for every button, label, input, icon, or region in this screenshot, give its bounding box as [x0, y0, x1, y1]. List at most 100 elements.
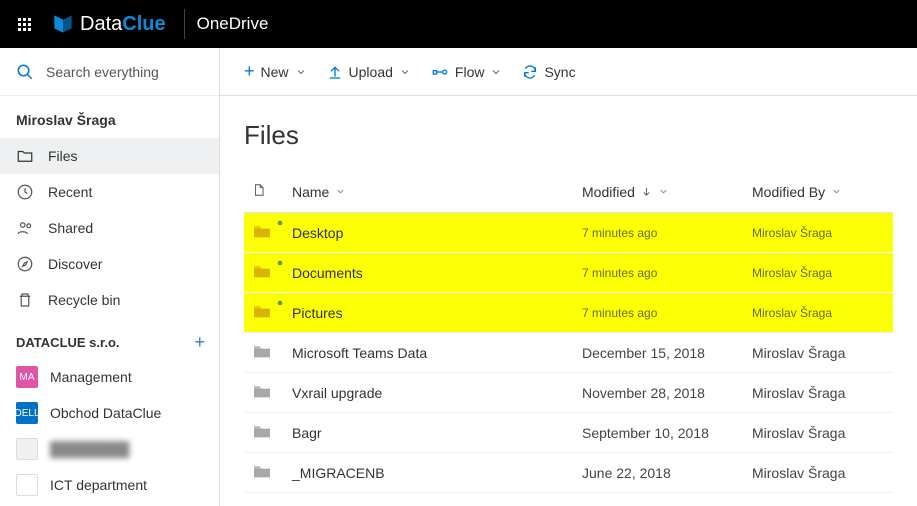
file-name: Bagr — [284, 413, 574, 453]
sidebar-item-label: Shared — [48, 220, 93, 236]
folder-icon — [252, 383, 272, 399]
sidebar-item-recent[interactable]: Recent — [0, 174, 219, 210]
search-placeholder: Search everything — [46, 64, 159, 80]
main-content: + New Upload Flow Sync Files — [220, 48, 917, 506]
sidebar-item-recycle[interactable]: Recycle bin — [0, 282, 219, 318]
folder-icon — [252, 263, 272, 279]
site-badge-icon: MA — [16, 366, 38, 388]
folder-icon — [252, 463, 272, 479]
favorite-label: Management — [50, 369, 132, 385]
search-icon — [16, 63, 34, 81]
compass-icon — [16, 255, 34, 273]
flow-button[interactable]: Flow — [431, 64, 503, 80]
clock-icon — [16, 183, 34, 201]
file-modified: December 15, 2018 — [574, 333, 744, 373]
file-name: Documents — [284, 253, 574, 293]
sync-button[interactable]: Sync — [522, 64, 575, 80]
file-modified-by: Miroslav Šraga — [744, 413, 893, 453]
sidebar: Search everything Miroslav Šraga Files R… — [0, 48, 220, 506]
favorite-item[interactable]: ████████ — [0, 431, 219, 467]
section-header: DATACLUE s.r.o. + — [0, 318, 219, 359]
app-launcher-button[interactable] — [0, 0, 48, 48]
site-badge-icon — [16, 438, 38, 460]
people-icon — [16, 219, 34, 237]
table-row[interactable]: Documents7 minutes agoMiroslav Šraga — [244, 253, 893, 293]
file-modified: 7 minutes ago — [574, 213, 744, 253]
favorite-item[interactable]: DELLObchod DataClue — [0, 395, 219, 431]
folder-icon — [252, 303, 272, 319]
table-row[interactable]: _MIGRACENBJune 22, 2018Miroslav Šraga — [244, 453, 893, 493]
sync-icon — [522, 64, 538, 80]
file-modified-by: Miroslav Šraga — [744, 373, 893, 413]
sidebar-item-shared[interactable]: Shared — [0, 210, 219, 246]
sidebar-item-label: Discover — [48, 256, 102, 272]
table-row[interactable]: BagrSeptember 10, 2018Miroslav Šraga — [244, 413, 893, 453]
file-modified-by: Miroslav Šraga — [744, 253, 893, 293]
toolbar-label: Sync — [544, 64, 575, 80]
folder-icon — [252, 223, 272, 239]
toolbar-label: New — [261, 64, 289, 80]
table-row[interactable]: Microsoft Teams DataDecember 15, 2018Mir… — [244, 333, 893, 373]
file-modified-by: Miroslav Šraga — [744, 333, 893, 373]
waffle-icon — [18, 18, 31, 31]
app-title: OneDrive — [197, 14, 269, 34]
column-header-name[interactable]: Name — [284, 171, 574, 213]
chevron-down-icon — [335, 186, 346, 197]
favorite-label: ████████ — [50, 441, 129, 457]
file-modified-by: Miroslav Šraga — [744, 213, 893, 253]
chevron-down-icon — [399, 66, 411, 78]
sidebar-item-files[interactable]: Files — [0, 138, 219, 174]
file-name: Microsoft Teams Data — [284, 333, 574, 373]
sidebar-item-discover[interactable]: Discover — [0, 246, 219, 282]
folder-icon — [252, 423, 272, 439]
file-table: Name Modified Modified By — [244, 171, 893, 493]
chevron-down-icon — [831, 186, 842, 197]
table-row[interactable]: Desktop7 minutes agoMiroslav Šraga — [244, 213, 893, 253]
search-box[interactable]: Search everything — [0, 48, 219, 96]
favorite-item[interactable]: MA Management — [0, 359, 219, 395]
table-row[interactable]: Vxrail upgradeNovember 28, 2018Miroslav … — [244, 373, 893, 413]
plus-icon: + — [244, 61, 255, 82]
folder-icon — [252, 343, 272, 359]
brand-logo-icon — [50, 11, 76, 37]
file-name: Desktop — [284, 213, 574, 253]
table-row[interactable]: Pictures7 minutes agoMiroslav Šraga — [244, 293, 893, 333]
add-site-button[interactable]: + — [190, 332, 209, 353]
site-badge-icon — [16, 474, 38, 496]
column-header-type[interactable] — [244, 171, 284, 213]
chevron-down-icon — [658, 186, 669, 197]
sidebar-item-label: Files — [48, 148, 78, 164]
file-name: _MIGRACENB — [284, 453, 574, 493]
toolbar-label: Upload — [349, 64, 393, 80]
brand: DataClue — [48, 0, 180, 48]
chevron-down-icon — [295, 66, 307, 78]
file-icon — [252, 181, 266, 199]
flow-icon — [431, 64, 449, 80]
file-modified: 7 minutes ago — [574, 293, 744, 333]
divider — [184, 9, 185, 39]
upload-button[interactable]: Upload — [327, 64, 411, 80]
file-modified: September 10, 2018 — [574, 413, 744, 453]
file-modified: June 22, 2018 — [574, 453, 744, 493]
file-modified: 7 minutes ago — [574, 253, 744, 293]
site-badge-icon: DELL — [16, 402, 38, 424]
favorite-item[interactable]: ICT department — [0, 467, 219, 503]
new-button[interactable]: + New — [244, 61, 307, 82]
favorite-label: ICT department — [50, 477, 147, 493]
column-header-modified[interactable]: Modified — [574, 171, 744, 213]
file-name: Pictures — [284, 293, 574, 333]
sidebar-item-label: Recent — [48, 184, 92, 200]
file-name: Vxrail upgrade — [284, 373, 574, 413]
brand-word-plain: Data — [80, 13, 122, 35]
brand-word-bold: Clue — [122, 13, 165, 35]
chevron-down-icon — [490, 66, 502, 78]
sidebar-item-label: Recycle bin — [48, 292, 120, 308]
folder-icon — [16, 147, 34, 165]
column-header-modifiedby[interactable]: Modified By — [744, 171, 893, 213]
arrow-down-icon — [641, 186, 652, 197]
file-modified-by: Miroslav Šraga — [744, 293, 893, 333]
file-modified-by: Miroslav Šraga — [744, 453, 893, 493]
upload-icon — [327, 64, 343, 80]
file-modified: November 28, 2018 — [574, 373, 744, 413]
toolbar: + New Upload Flow Sync — [220, 48, 917, 96]
